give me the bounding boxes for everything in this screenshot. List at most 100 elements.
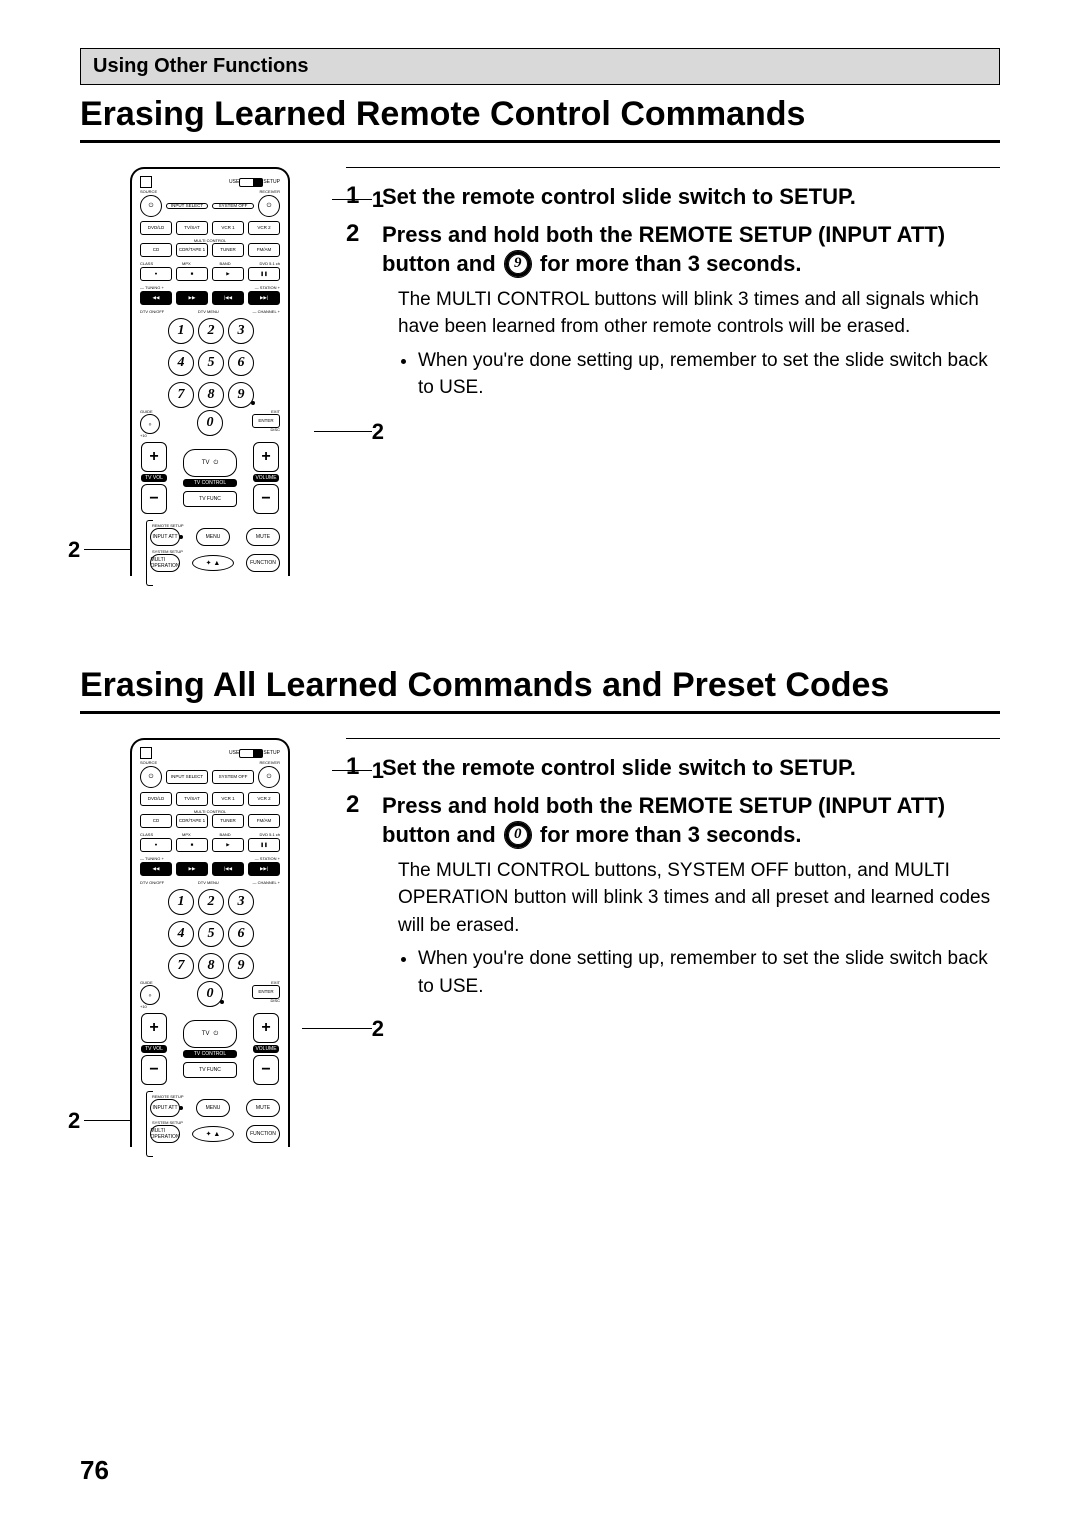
key-0-icon: 0 <box>504 821 532 849</box>
cdr-tape-button: CDR/TAPE 1 <box>176 243 208 257</box>
slide-switch <box>239 178 263 187</box>
key-9-label: 9 <box>238 387 245 403</box>
highlight-dot-icon <box>220 1000 224 1004</box>
vol-up-button: + <box>253 442 279 472</box>
tiny-label: — CHANNEL + <box>252 880 280 885</box>
tiny-label: DTV MENU <box>198 309 219 314</box>
tv-vol-down-button: − <box>141 484 167 514</box>
key-5: 5 <box>198 350 224 376</box>
prev-track-icon: |◀◀ <box>212 291 244 305</box>
key-0: 0 <box>197 981 223 1007</box>
tv-power-oval: TV ⏻ <box>183 449 237 477</box>
heading-2: Erasing All Learned Commands and Preset … <box>80 666 1000 714</box>
mute-button: MUTE <box>246 1099 280 1117</box>
volume-label: VOLUME <box>253 1045 279 1053</box>
key-8: 8 <box>198 953 224 979</box>
remote-column-1: 1 2 2 USE SETUP SOURCERECEIVER ⏻ <box>80 167 340 576</box>
remote-diagram: USE SETUP SOURCERECEIVER ⏻ INPUT SELECT … <box>130 167 290 576</box>
power-icon: ⏻ <box>258 766 280 788</box>
input-select-button: INPUT SELECT <box>166 203 208 210</box>
key-3: 3 <box>228 318 254 344</box>
key-9: 9 <box>228 382 254 408</box>
highlight-dot-icon <box>179 535 183 539</box>
step-2-title: Press and hold both the REMOTE SETUP (IN… <box>382 220 1000 280</box>
block-1: 1 2 2 USE SETUP SOURCERECEIVER ⏻ <box>80 167 1000 576</box>
volume-label: VOLUME <box>253 474 279 482</box>
vcr2-button: VCR 2 <box>248 221 280 235</box>
tuning-label: — TUNING + <box>140 285 164 290</box>
key-9: 9 <box>228 953 254 979</box>
cdr-tape-button: CDR/TAPE 1 <box>176 814 208 828</box>
tiny-label: BAND <box>220 261 231 266</box>
input-select-button: INPUT SELECT <box>166 770 208 784</box>
manual-page: Using Other Functions Erasing Learned Re… <box>0 0 1080 1526</box>
key-8: 8 <box>198 382 224 408</box>
vol-up-button: + <box>253 1013 279 1043</box>
step-2-body: The MULTI CONTROL buttons will blink 3 t… <box>398 286 1000 402</box>
tv-label: TV <box>202 1031 210 1037</box>
next-track-icon: ▶▶| <box>248 862 280 876</box>
vcr2-button: VCR 2 <box>248 792 280 806</box>
tv-sat-button: TV/SAT <box>176 792 208 806</box>
ir-window-icon <box>140 176 152 188</box>
tv-label: TV <box>202 460 210 466</box>
slide-label-use: USE <box>229 750 239 756</box>
step-2-body-text: The MULTI CONTROL buttons will blink 3 t… <box>398 289 979 338</box>
input-att-button: INPUT ATT <box>150 528 180 546</box>
rewind-icon: ◀◀ <box>140 862 172 876</box>
power-icon: ⏻ <box>258 195 280 217</box>
label-source: SOURCE <box>140 189 157 194</box>
fm-am-button: FM/AM <box>248 243 280 257</box>
fm-am-button: FM/AM <box>248 814 280 828</box>
step-2-bullet: When you're done setting up, remember to… <box>418 347 1000 402</box>
step-1: Set the remote control slide switch to S… <box>346 753 1000 783</box>
tiny-label: MPX <box>182 261 191 266</box>
input-att-label: INPUT ATT <box>152 534 177 540</box>
prev-track-icon: |◀◀ <box>212 862 244 876</box>
next-track-icon: ▶▶| <box>248 291 280 305</box>
station-label: — STATION + <box>255 285 280 290</box>
page-number: 76 <box>80 1455 109 1486</box>
tv-sat-button: TV/SAT <box>176 221 208 235</box>
tv-vol-up-button: + <box>141 1013 167 1043</box>
vol-down-button: − <box>253 1055 279 1085</box>
tv-vol-label: TV VOL <box>141 474 167 482</box>
record-icon: ● <box>140 267 172 281</box>
slide-label-use: USE <box>229 179 239 185</box>
cd-button: CD <box>140 814 172 828</box>
cd-button: CD <box>140 243 172 257</box>
fast-forward-icon: ▶▶ <box>176 291 208 305</box>
tv-vol-down-button: − <box>141 1055 167 1085</box>
disc-label: DISC <box>270 999 280 1003</box>
dpad-top-arc: ✦ ▲ <box>192 1126 234 1142</box>
stop-icon: ■ <box>176 267 208 281</box>
fast-forward-icon: ▶▶ <box>176 862 208 876</box>
callout-2-right: 2 <box>372 1016 384 1042</box>
highlight-dot-icon <box>251 401 255 405</box>
key-6: 6 <box>228 350 254 376</box>
key-1: 1 <box>168 889 194 915</box>
number-pad: 1 2 3 4 5 6 7 8 9 <box>140 889 280 979</box>
remote-column-2: 1 2 2 USE SETUP SOURCERECEIVER ⏻ INPUT S… <box>80 738 340 1147</box>
tuner-button: TUNER <box>212 814 244 828</box>
callout-2-left: 2 <box>68 1108 80 1134</box>
power-icon: ⏻ <box>140 195 162 217</box>
step-2: Press and hold both the REMOTE SETUP (IN… <box>346 220 1000 402</box>
tuning-label: — TUNING + <box>140 856 164 861</box>
key-1: 1 <box>168 318 194 344</box>
key-0-label: 0 <box>207 986 214 1002</box>
tiny-label: DVD 5.1 ch <box>260 832 280 837</box>
remote-diagram: USE SETUP SOURCERECEIVER ⏻ INPUT SELECT … <box>130 738 290 1147</box>
multi-operation-button: MULTI OPERATION <box>150 1125 180 1143</box>
step-2-body: The MULTI CONTROL buttons, SYSTEM OFF bu… <box>398 857 1000 1001</box>
guide-button: ◦ <box>140 414 160 434</box>
tiny-label: — CHANNEL + <box>252 309 280 314</box>
input-att-label: INPUT ATT <box>152 1105 177 1111</box>
callout-line <box>302 1028 372 1029</box>
dvd-ld-button: DVD/LD <box>140 221 172 235</box>
key-7: 7 <box>168 382 194 408</box>
slide-switch <box>239 749 263 758</box>
tv-func-button: TV FUNC <box>183 1062 237 1078</box>
play-icon: ▶ <box>212 267 244 281</box>
tiny-label: BAND <box>220 832 231 837</box>
